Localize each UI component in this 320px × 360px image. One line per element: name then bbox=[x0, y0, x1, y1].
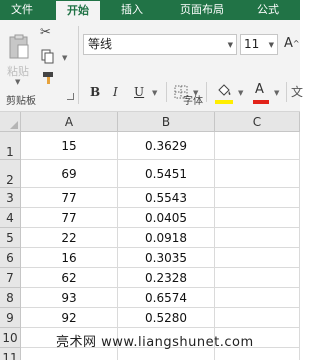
cell-c[interactable] bbox=[215, 288, 300, 308]
row-header[interactable]: 3 bbox=[0, 188, 21, 208]
chevron-down-icon: ▼ bbox=[227, 41, 233, 49]
fill-color-swatch bbox=[215, 100, 233, 104]
paste-icon bbox=[9, 34, 29, 59]
row-header[interactable]: 5 bbox=[0, 228, 21, 248]
divider bbox=[166, 82, 167, 102]
ribbon: 粘贴 ▼ ✂ ▼ 剪贴板 等线 ▼ 11 ▼ A^ B I U ▼ ▼ ▼ A bbox=[0, 20, 303, 112]
cell-b[interactable]: 0.0405 bbox=[118, 208, 215, 228]
font-name-value: 等线 bbox=[88, 37, 113, 51]
row-header[interactable]: 1 bbox=[0, 132, 21, 160]
cut-icon[interactable]: ✂ bbox=[40, 25, 58, 41]
cell-a[interactable]: 16 bbox=[21, 248, 118, 268]
chevron-down-icon: ▼ bbox=[15, 78, 21, 86]
cell-a[interactable]: 77 bbox=[21, 208, 118, 228]
tab-home[interactable]: 开始 bbox=[56, 1, 100, 20]
tab-formulas[interactable]: 公式 bbox=[248, 0, 288, 20]
cell-a[interactable]: 93 bbox=[21, 288, 118, 308]
divider bbox=[286, 82, 287, 102]
chevron-down-icon[interactable]: ▼ bbox=[152, 89, 157, 97]
font-size-select[interactable]: 11 ▼ bbox=[240, 34, 278, 55]
cell-a[interactable]: 62 bbox=[21, 268, 118, 288]
cell-a[interactable]: 22 bbox=[21, 228, 118, 248]
chevron-down-icon[interactable]: ▼ bbox=[238, 89, 243, 97]
cell-c[interactable] bbox=[215, 188, 300, 208]
row-header[interactable]: 8 bbox=[0, 288, 21, 308]
fill-color-icon[interactable] bbox=[215, 81, 233, 99]
chevron-down-icon: ▼ bbox=[268, 41, 274, 49]
column-header-a[interactable]: A bbox=[21, 112, 118, 132]
cell-a[interactable]: 69 bbox=[21, 160, 118, 188]
row-header[interactable]: 6 bbox=[0, 248, 21, 268]
font-group-label: 字体 bbox=[183, 96, 203, 107]
font-color-swatch bbox=[253, 100, 269, 104]
row-header[interactable]: 11 bbox=[0, 348, 21, 360]
cell-c[interactable] bbox=[215, 308, 300, 328]
divider bbox=[78, 26, 79, 104]
spreadsheet-grid: A B C 1 15 0.3629 2 69 0.5451 3 77 0.5543 4 77 0.04… bbox=[0, 112, 300, 360]
divider bbox=[206, 82, 207, 102]
format-painter-icon[interactable] bbox=[41, 70, 57, 86]
cell-c[interactable] bbox=[215, 248, 300, 268]
tab-file[interactable]: 文件 bbox=[0, 0, 44, 20]
copy-icon[interactable] bbox=[41, 49, 55, 65]
bold-button[interactable]: B bbox=[90, 84, 100, 100]
row-header[interactable]: 7 bbox=[0, 268, 21, 288]
cell-c[interactable] bbox=[215, 228, 300, 248]
cell-c[interactable] bbox=[215, 160, 300, 188]
cell-b[interactable]: 0.5451 bbox=[118, 160, 215, 188]
cell-b[interactable]: 0.3629 bbox=[118, 132, 215, 160]
increase-font-size-icon[interactable]: A^ bbox=[284, 34, 300, 54]
clipboard-group-label: 剪贴板 bbox=[6, 96, 36, 107]
cell-b[interactable]: 0.5543 bbox=[118, 188, 215, 208]
row-header[interactable]: 2 bbox=[0, 160, 21, 188]
row-header[interactable]: 9 bbox=[0, 308, 21, 328]
paste-button[interactable]: 粘贴 ▼ bbox=[2, 24, 34, 86]
cell-b[interactable]: 0.6574 bbox=[118, 288, 215, 308]
select-all-button[interactable] bbox=[0, 112, 21, 132]
cell-c[interactable] bbox=[215, 268, 300, 288]
tab-page-layout[interactable]: 页面布局 bbox=[166, 0, 238, 20]
font-name-select[interactable]: 等线 ▼ bbox=[83, 34, 237, 55]
cell-a[interactable]: 77 bbox=[21, 188, 118, 208]
cell-b[interactable]: 0.5280 bbox=[118, 308, 215, 328]
column-header-c[interactable]: C bbox=[215, 112, 300, 132]
cell-c[interactable] bbox=[215, 208, 300, 228]
cell-c[interactable] bbox=[215, 132, 300, 160]
paste-label: 粘贴 bbox=[7, 65, 29, 78]
tab-insert[interactable]: 插入 bbox=[110, 0, 154, 20]
select-all-icon bbox=[10, 121, 18, 129]
underline-button[interactable]: U bbox=[134, 84, 144, 100]
italic-button[interactable]: I bbox=[113, 84, 118, 100]
cell-b[interactable]: 0.2328 bbox=[118, 268, 215, 288]
cell-b[interactable]: 0.0918 bbox=[118, 228, 215, 248]
watermark: 亮术网 www.liangshunet.com bbox=[56, 335, 254, 350]
cell-a[interactable]: 92 bbox=[21, 308, 118, 328]
chevron-down-icon[interactable]: ▼ bbox=[62, 54, 67, 62]
clipboard-dialog-launcher[interactable] bbox=[67, 93, 74, 100]
chevron-down-icon[interactable]: ▼ bbox=[274, 89, 279, 97]
phonetic-icon[interactable]: 文 bbox=[291, 83, 303, 100]
column-header-b[interactable]: B bbox=[118, 112, 215, 132]
font-size-value: 11 bbox=[244, 37, 260, 51]
row-header[interactable]: 4 bbox=[0, 208, 21, 228]
row-header[interactable]: 10 bbox=[0, 328, 21, 348]
cell-b[interactable]: 0.3035 bbox=[118, 248, 215, 268]
font-color-button[interactable]: A bbox=[255, 82, 264, 98]
ribbon-tab-bar: 文件 开始 插入 页面布局 公式 bbox=[0, 0, 300, 20]
cell-a[interactable]: 15 bbox=[21, 132, 118, 160]
